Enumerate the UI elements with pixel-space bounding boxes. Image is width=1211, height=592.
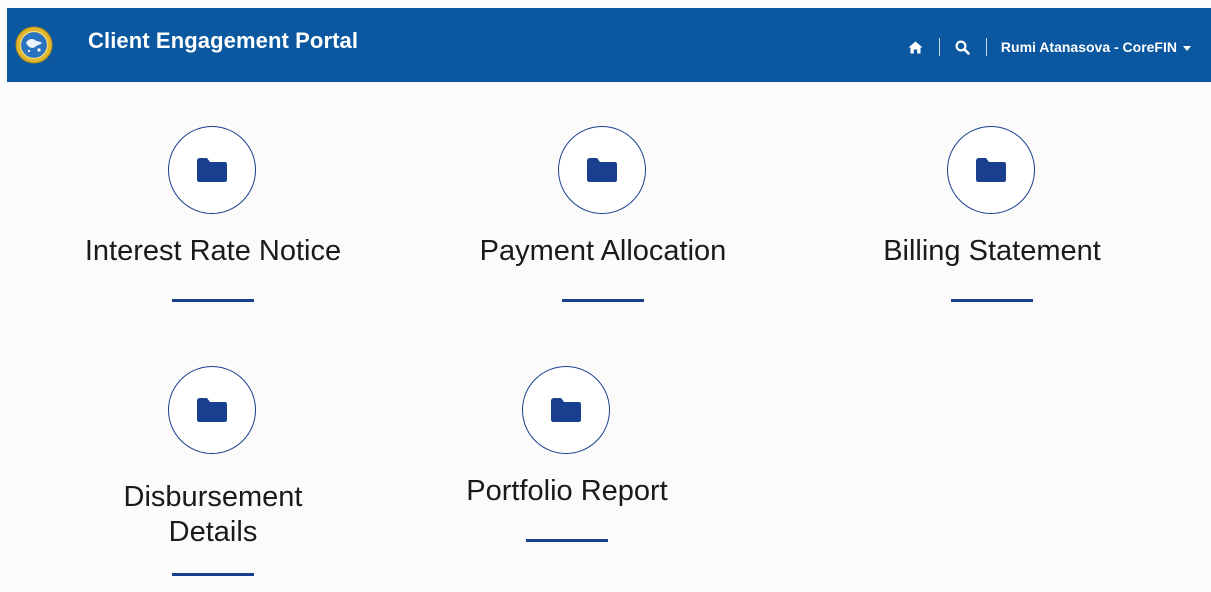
tile-underline bbox=[172, 299, 254, 302]
tile-label: Disbursement Details bbox=[123, 481, 303, 548]
top-navigation-bar: Client Engagement Portal Rumi Atanasova … bbox=[7, 8, 1211, 82]
folder-icon bbox=[197, 158, 227, 182]
folder-icon bbox=[551, 398, 581, 422]
tile-label: Billing Statement bbox=[883, 235, 1101, 267]
caret-down-icon bbox=[1183, 45, 1191, 51]
tile-label: Interest Rate Notice bbox=[84, 235, 342, 267]
folder-icon bbox=[587, 158, 617, 182]
folder-icon bbox=[976, 158, 1006, 182]
tile-interest-rate-notice[interactable]: Interest Rate Notice bbox=[43, 126, 383, 306]
tile-icon-circle bbox=[947, 126, 1035, 214]
user-menu[interactable]: Rumi Atanasova - CoreFIN bbox=[1001, 39, 1191, 55]
tile-underline bbox=[562, 299, 644, 302]
tile-payment-allocation[interactable]: Payment Allocation bbox=[433, 126, 773, 306]
tile-icon-circle bbox=[558, 126, 646, 214]
tile-icon-circle bbox=[522, 366, 610, 454]
seal-logo-icon bbox=[15, 26, 53, 64]
user-menu-label: Rumi Atanasova - CoreFIN bbox=[1000, 39, 1177, 55]
nav-divider bbox=[985, 38, 987, 56]
tile-disbursement-details[interactable]: Disbursement Details bbox=[43, 366, 383, 582]
nav-divider bbox=[938, 38, 940, 56]
tile-icon-circle bbox=[168, 126, 256, 214]
header-nav: Rumi Atanasova - CoreFIN bbox=[907, 35, 1191, 59]
tile-label: Portfolio Report bbox=[466, 475, 668, 507]
tile-underline bbox=[526, 539, 608, 542]
tile-label: Payment Allocation bbox=[479, 235, 727, 267]
organization-logo[interactable] bbox=[15, 26, 53, 64]
folder-icon bbox=[197, 398, 227, 422]
tile-underline bbox=[172, 573, 254, 576]
search-icon[interactable] bbox=[954, 38, 972, 56]
app-title: Client Engagement Portal bbox=[88, 28, 359, 53]
tile-portfolio-report[interactable]: Portfolio Report bbox=[397, 366, 737, 546]
tile-billing-statement[interactable]: Billing Statement bbox=[822, 126, 1162, 306]
home-icon[interactable] bbox=[907, 38, 925, 56]
tile-icon-circle bbox=[168, 366, 256, 454]
tile-underline bbox=[951, 299, 1033, 302]
